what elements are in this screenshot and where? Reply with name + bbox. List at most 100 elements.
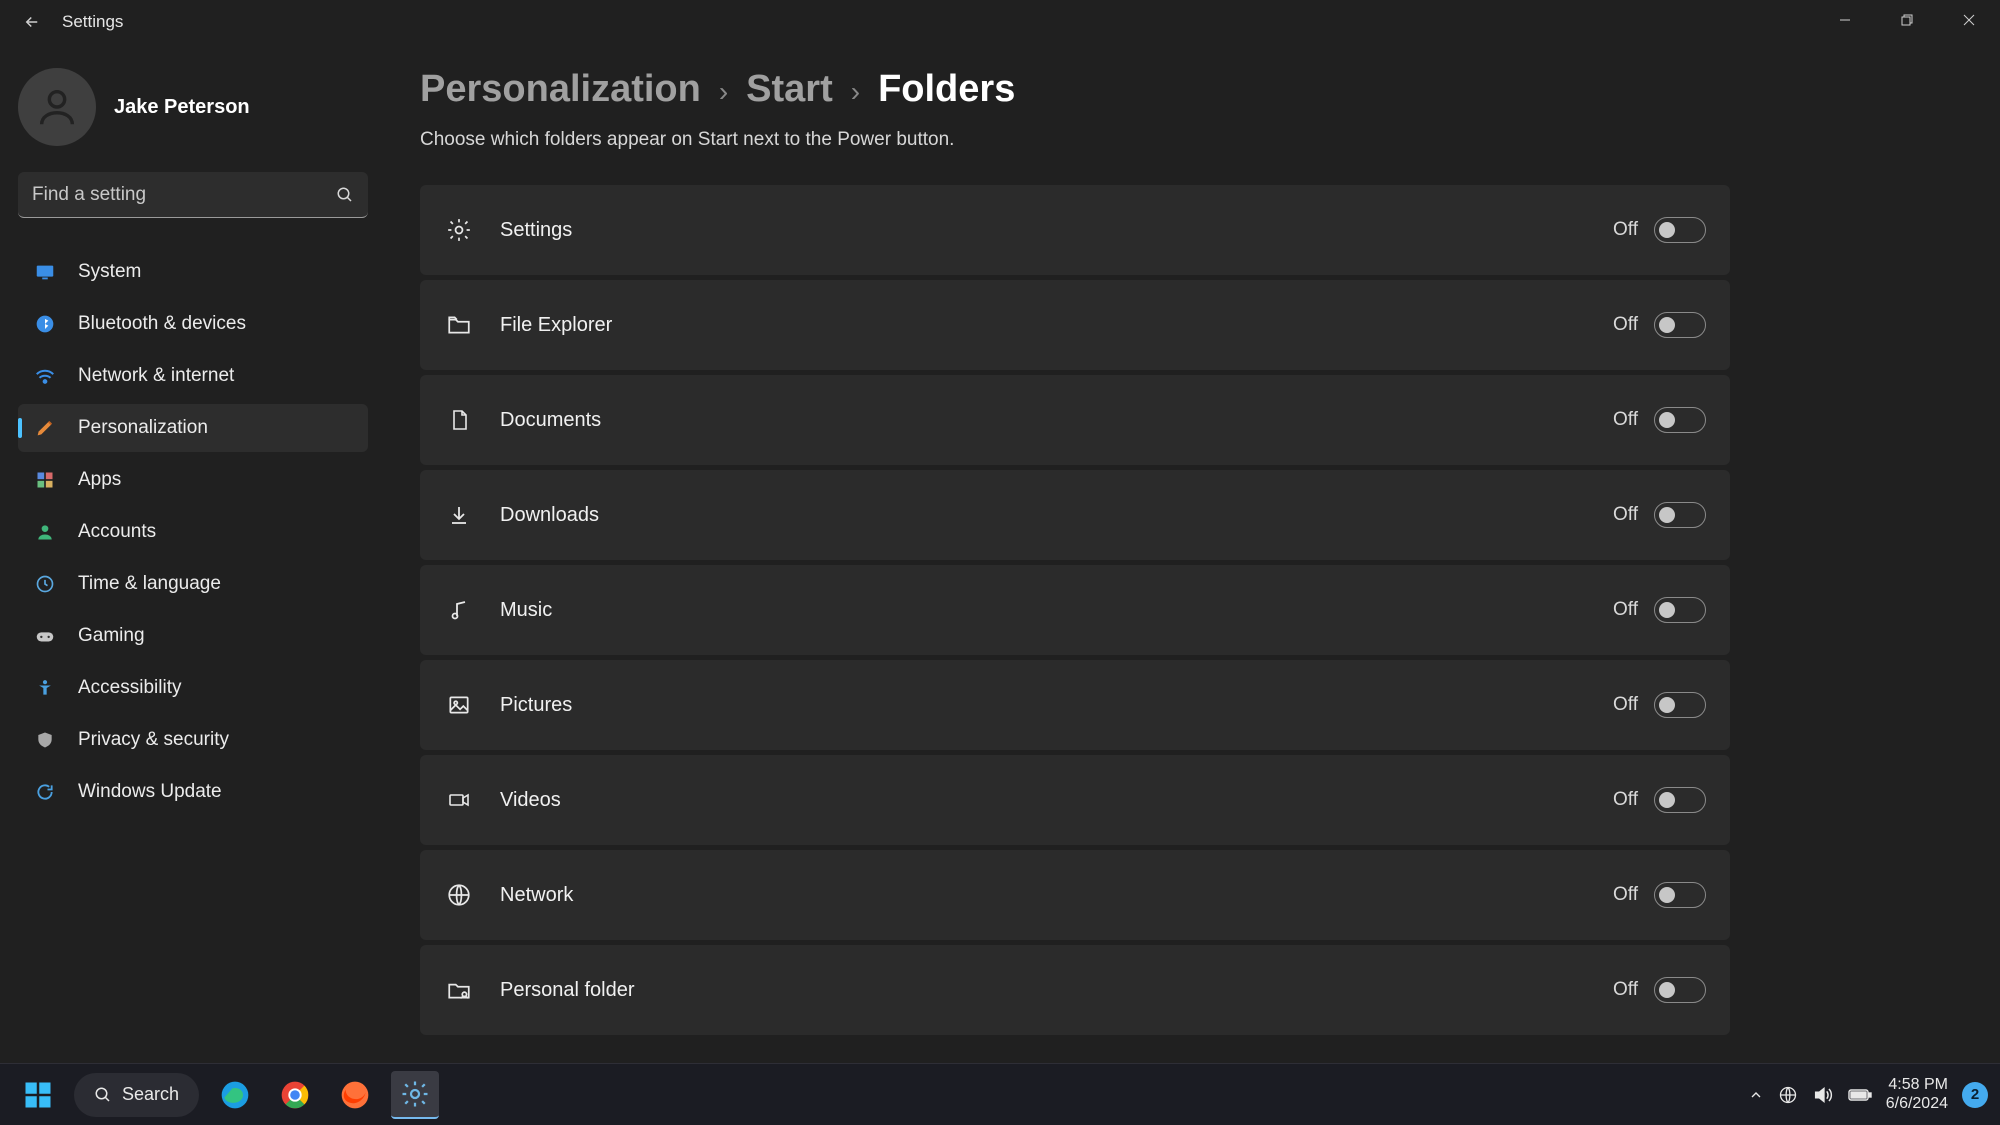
row-personal-folder: Personal folder Off <box>420 945 1730 1035</box>
toggle-state: Off <box>1613 694 1638 716</box>
maximize-button[interactable] <box>1876 0 1938 40</box>
row-label: Pictures <box>500 694 1613 717</box>
taskbar-app-firefox[interactable] <box>331 1071 379 1119</box>
breadcrumb-leaf: Folders <box>878 68 1015 111</box>
row-videos: Videos Off <box>420 755 1730 845</box>
toggle-knob <box>1659 792 1675 808</box>
tray-language-network-icon[interactable] <box>1778 1085 1798 1105</box>
page-subtitle: Choose which folders appear on Start nex… <box>420 129 1730 151</box>
toggle-knob <box>1659 887 1675 903</box>
toggle-knob <box>1659 412 1675 428</box>
sidebar-item-accounts[interactable]: Accounts <box>18 508 368 556</box>
toggle-knob <box>1659 602 1675 618</box>
toggle-music[interactable] <box>1654 597 1706 623</box>
minimize-button[interactable] <box>1814 0 1876 40</box>
sidebar-item-update[interactable]: Windows Update <box>18 768 368 816</box>
chrome-icon <box>279 1079 311 1111</box>
picture-icon <box>444 692 474 718</box>
toggle-knob <box>1659 317 1675 333</box>
toggle-knob <box>1659 222 1675 238</box>
globe-clock-icon <box>34 574 56 594</box>
search-box[interactable] <box>18 172 368 218</box>
breadcrumb: Personalization › Start › Folders <box>420 68 1730 111</box>
taskbar-search[interactable]: Search <box>74 1073 199 1117</box>
taskbar-app-settings[interactable] <box>391 1071 439 1119</box>
network-icon <box>444 882 474 908</box>
sidebar-item-label: Accounts <box>78 521 156 543</box>
sidebar-item-time-language[interactable]: Time & language <box>18 560 368 608</box>
sidebar-item-label: Time & language <box>78 573 221 595</box>
back-button[interactable] <box>10 0 54 44</box>
sidebar-item-label: Network & internet <box>78 365 234 387</box>
toggle-state: Off <box>1613 979 1638 1001</box>
sidebar-item-label: Accessibility <box>78 677 181 699</box>
row-pictures: Pictures Off <box>420 660 1730 750</box>
tray-clock[interactable]: 4:58 PM 6/6/2024 <box>1886 1076 1948 1113</box>
sidebar-item-accessibility[interactable]: Accessibility <box>18 664 368 712</box>
taskbar-app-chrome[interactable] <box>271 1071 319 1119</box>
sidebar-item-label: Gaming <box>78 625 145 647</box>
update-icon <box>34 782 56 802</box>
close-button[interactable] <box>1938 0 2000 40</box>
taskbar: Search 4:58 PM 6/6/2024 2 <box>0 1063 2000 1125</box>
gamepad-icon <box>34 625 56 647</box>
wifi-icon <box>34 365 56 387</box>
row-label: Personal folder <box>500 979 1613 1002</box>
sidebar-item-label: System <box>78 261 141 283</box>
sidebar-item-system[interactable]: System <box>18 248 368 296</box>
profile[interactable]: Jake Peterson <box>18 60 380 172</box>
row-downloads: Downloads Off <box>420 470 1730 560</box>
sidebar-item-label: Windows Update <box>78 781 222 803</box>
search-icon <box>336 186 354 204</box>
sidebar-item-network[interactable]: Network & internet <box>18 352 368 400</box>
sidebar-item-gaming[interactable]: Gaming <box>18 612 368 660</box>
minimize-icon <box>1839 14 1851 26</box>
sidebar-item-bluetooth[interactable]: Bluetooth & devices <box>18 300 368 348</box>
sidebar-item-apps[interactable]: Apps <box>18 456 368 504</box>
toggle-personal-folder[interactable] <box>1654 977 1706 1003</box>
battery-icon <box>1848 1087 1872 1103</box>
toggle-state: Off <box>1613 884 1638 906</box>
profile-name: Jake Peterson <box>114 96 250 119</box>
toggle-knob <box>1659 982 1675 998</box>
toggle-documents[interactable] <box>1654 407 1706 433</box>
sidebar-item-label: Privacy & security <box>78 729 229 751</box>
toggle-state: Off <box>1613 409 1638 431</box>
toggle-downloads[interactable] <box>1654 502 1706 528</box>
toggle-state: Off <box>1613 789 1638 811</box>
window-title: Settings <box>62 12 123 32</box>
start-button[interactable] <box>14 1071 62 1119</box>
toggle-state: Off <box>1613 504 1638 526</box>
toggle-file-explorer[interactable] <box>1654 312 1706 338</box>
toggle-settings[interactable] <box>1654 217 1706 243</box>
arrow-left-icon <box>23 13 41 31</box>
chevron-right-icon: › <box>719 76 728 108</box>
globe-icon <box>1778 1085 1798 1105</box>
display-icon <box>34 261 56 283</box>
bluetooth-icon <box>34 314 56 334</box>
tray-overflow[interactable] <box>1748 1087 1764 1103</box>
toggle-state: Off <box>1613 219 1638 241</box>
sidebar-item-label: Apps <box>78 469 121 491</box>
search-input[interactable] <box>32 184 336 206</box>
person-icon <box>34 84 80 130</box>
toggle-network[interactable] <box>1654 882 1706 908</box>
breadcrumb-root[interactable]: Personalization <box>420 68 701 111</box>
sidebar-item-personalization[interactable]: Personalization <box>18 404 368 452</box>
tray-battery-icon[interactable] <box>1848 1087 1872 1103</box>
toggle-videos[interactable] <box>1654 787 1706 813</box>
tray-volume-icon[interactable] <box>1812 1084 1834 1106</box>
edge-icon <box>219 1079 251 1111</box>
document-icon <box>444 407 474 433</box>
folder-toggle-list: Settings Off File Explorer Off Documents… <box>420 185 1730 1035</box>
main-content: Personalization › Start › Folders Choose… <box>420 68 1730 1035</box>
taskbar-app-edge[interactable] <box>211 1071 259 1119</box>
notification-badge[interactable]: 2 <box>1962 1082 1988 1108</box>
chevron-right-icon: › <box>851 76 860 108</box>
toggle-pictures[interactable] <box>1654 692 1706 718</box>
accessibility-icon <box>34 678 56 698</box>
breadcrumb-mid[interactable]: Start <box>746 68 833 111</box>
maximize-icon <box>1901 14 1913 26</box>
notification-count: 2 <box>1971 1086 1979 1103</box>
sidebar-item-privacy[interactable]: Privacy & security <box>18 716 368 764</box>
